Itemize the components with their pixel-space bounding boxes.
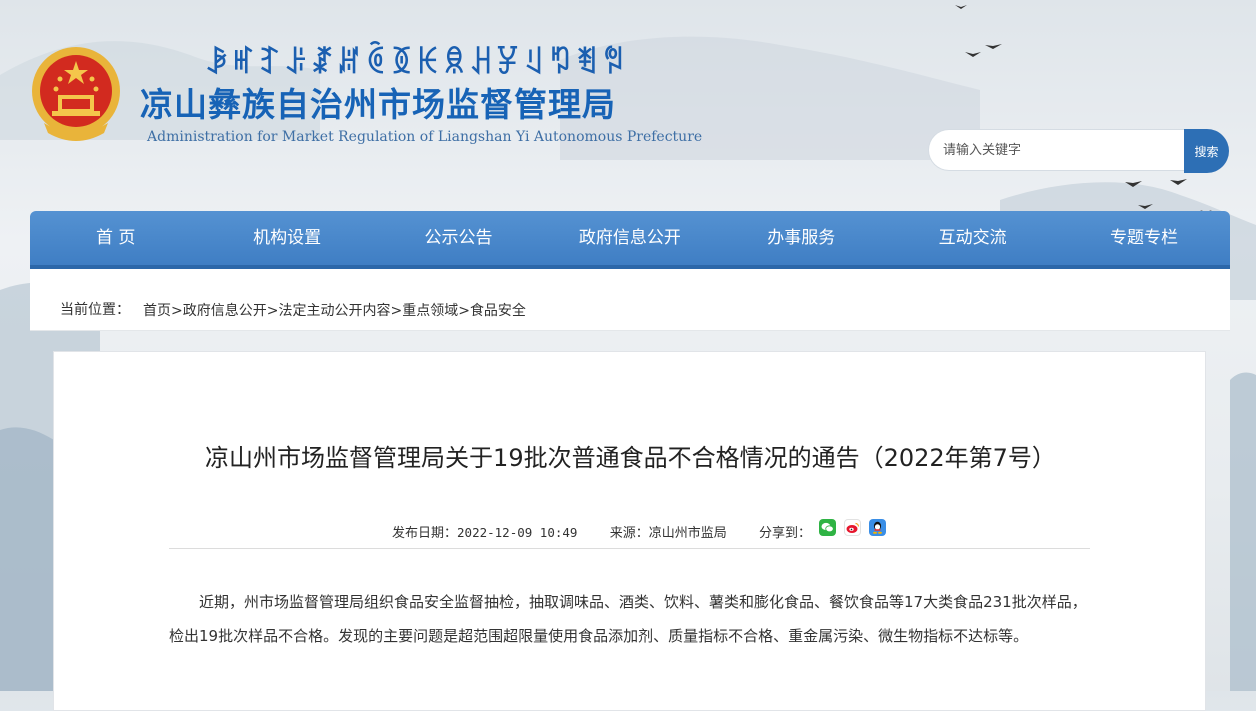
article-title: 凉山州市场监督管理局关于19批次普通食品不合格情况的通告（2022年第7号） bbox=[205, 444, 1056, 472]
nav-item-services[interactable]: 办事服务 bbox=[716, 211, 887, 265]
share-label: 分享到： bbox=[759, 526, 812, 541]
share-icons bbox=[819, 519, 886, 536]
source-label: 来源： bbox=[609, 526, 649, 541]
site-title-english: Administration for Market Regulation of … bbox=[147, 129, 703, 145]
breadcrumb-item-food-safety[interactable]: 食品安全 bbox=[470, 303, 526, 319]
site-header: ꆃꎭꆈꌠꊨꏦꏱꅉꀘꌋꃅꐯꆹꑳꄮꅝ 凉山彝族自治州市场监督管理局 Administ… bbox=[0, 0, 1256, 210]
breadcrumb-label: 当前位置： bbox=[60, 302, 130, 318]
breadcrumb-item-statutory[interactable]: 法定主动公开内容 bbox=[278, 303, 390, 319]
wechat-icon[interactable] bbox=[819, 519, 836, 536]
search-input[interactable] bbox=[928, 129, 1184, 171]
nav-item-topics[interactable]: 专题专栏 bbox=[1058, 211, 1229, 265]
weibo-icon[interactable] bbox=[844, 519, 861, 536]
source-value: 凉山州市监局 bbox=[648, 526, 727, 541]
breadcrumb-item-key-areas[interactable]: 重点领域 bbox=[402, 303, 458, 319]
breadcrumb-item-home[interactable]: 首页 bbox=[143, 303, 171, 319]
publish-date: 2022-12-09 10:49 bbox=[457, 525, 578, 540]
search-button[interactable]: 搜索 bbox=[1184, 129, 1229, 173]
breadcrumb-bar: 当前位置： 首页>政府信息公开>法定主动公开内容>重点领域>食品安全 bbox=[30, 269, 1230, 331]
site-title[interactable]: 凉山彝族自治州市场监督管理局 bbox=[140, 78, 616, 126]
national-emblem-icon[interactable] bbox=[30, 45, 122, 145]
nav-item-gov-info[interactable]: 政府信息公开 bbox=[544, 211, 715, 265]
nav-item-organization[interactable]: 机构设置 bbox=[201, 211, 372, 265]
breadcrumb: 首页>政府信息公开>法定主动公开内容>重点领域>食品安全 bbox=[143, 300, 526, 320]
article-paragraph: 近期，州市场监督管理局组织食品安全监督抽检，抽取调味品、酒类、饮料、薯类和膨化食… bbox=[169, 593, 1087, 645]
nav-item-home[interactable]: 首 页 bbox=[30, 211, 201, 265]
breadcrumb-separator: > bbox=[390, 303, 403, 319]
qq-icon[interactable] bbox=[869, 519, 886, 536]
yi-language-title: ꆃꎭꆈꌠꊨꏦꏱꅉꀘꌋꃅꐯꆹꑳꄮꅝ bbox=[205, 46, 628, 81]
search-box: 搜索 bbox=[928, 129, 1229, 173]
nav-item-announcements[interactable]: 公示公告 bbox=[373, 211, 544, 265]
breadcrumb-separator: > bbox=[266, 303, 279, 319]
breadcrumb-separator: > bbox=[171, 303, 183, 319]
article-meta: 发布日期：2022-12-09 10:49 来源：凉山州市监局 分享到： bbox=[392, 522, 811, 541]
nav-item-interaction[interactable]: 互动交流 bbox=[887, 211, 1058, 265]
article-panel: 凉山州市场监督管理局关于19批次普通食品不合格情况的通告（2022年第7号） 发… bbox=[53, 351, 1206, 711]
breadcrumb-item-gov-info[interactable]: 政府信息公开 bbox=[183, 303, 267, 319]
publish-date-label: 发布日期： bbox=[392, 526, 458, 541]
article-body: 近期，州市场监督管理局组织食品安全监督抽检，抽取调味品、酒类、饮料、薯类和膨化食… bbox=[169, 585, 1099, 653]
main-nav: 首 页 机构设置 公示公告 政府信息公开 办事服务 互动交流 专题专栏 bbox=[30, 211, 1230, 265]
meta-divider bbox=[169, 548, 1090, 549]
breadcrumb-separator: > bbox=[458, 303, 470, 319]
